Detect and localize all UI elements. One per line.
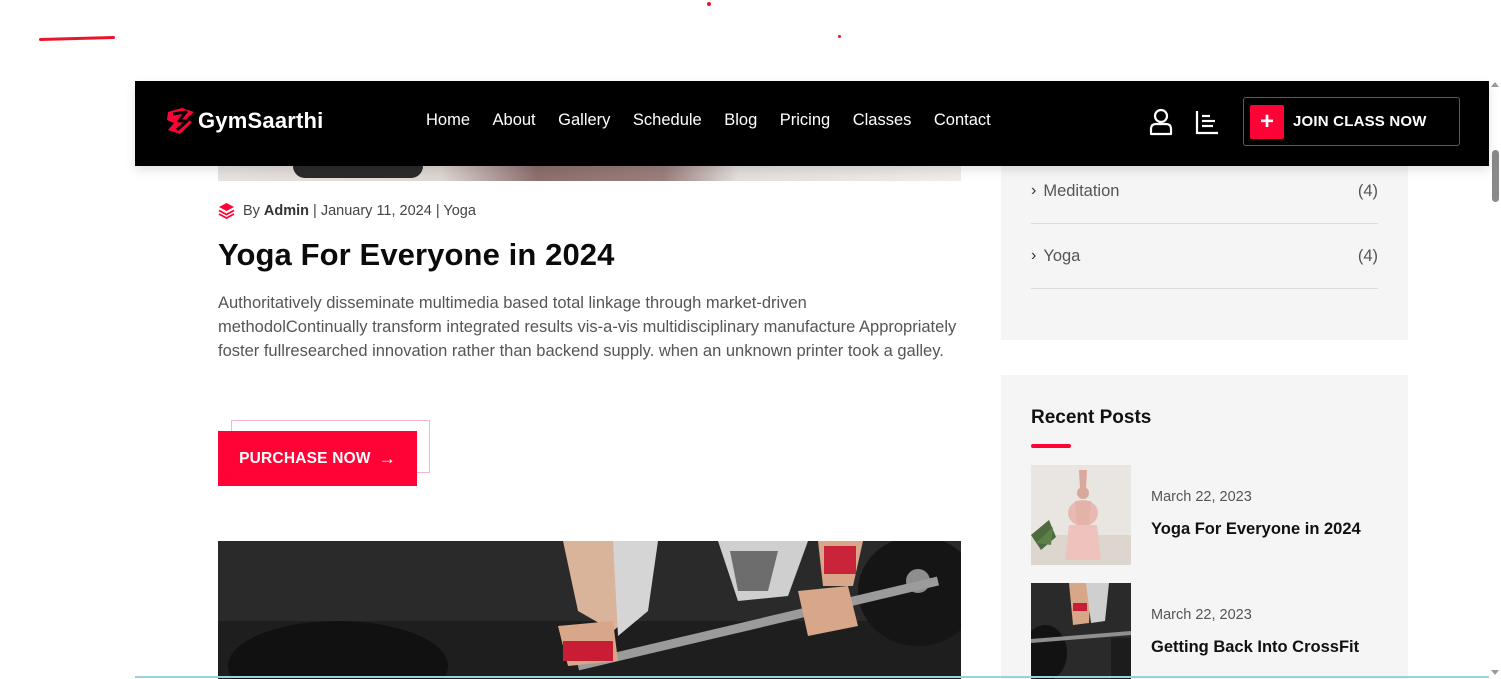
annotation-dot [838, 35, 841, 38]
meta-author[interactable]: Admin [264, 203, 309, 219]
title-underline [1031, 444, 1071, 448]
purchase-now-button[interactable]: PURCHASE NOW → [218, 431, 417, 486]
site-header: GymSaarthi Home About Gallery Schedule B… [135, 81, 1489, 166]
scroll-up-arrow-icon[interactable] [1491, 82, 1499, 87]
yoga-photo [1031, 465, 1131, 565]
recent-post-date: March 22, 2023 [1151, 489, 1252, 505]
nav-pricing[interactable]: Pricing [780, 111, 830, 130]
nav-about[interactable]: About [493, 111, 536, 130]
purchase-now-label: PURCHASE NOW [239, 449, 371, 467]
recent-post-date: March 22, 2023 [1151, 607, 1252, 623]
logo-text: GymSaarthi [198, 108, 324, 133]
deadlift-photo [218, 541, 961, 679]
category-count: (4) [1357, 181, 1378, 200]
category-name: Yoga [1043, 246, 1081, 265]
nav-home[interactable]: Home [426, 111, 470, 130]
post-body: Authoritatively disseminate multimedia b… [218, 294, 957, 360]
scroll-down-arrow-icon[interactable] [1491, 670, 1499, 675]
recent-post-item[interactable]: March 22, 2023 Getting Back Into CrossFi… [1031, 583, 1381, 679]
recent-post-item[interactable]: March 22, 2023 Yoga For Everyone in 2024 [1031, 465, 1381, 565]
bars-icon[interactable] [1194, 108, 1220, 136]
crossfit-photo [1031, 583, 1131, 679]
recent-post-thumbnail[interactable] [1031, 583, 1131, 679]
annotation-scribble [38, 36, 116, 41]
arrow-right-icon: → [378, 448, 396, 468]
plus-icon: + [1250, 104, 1284, 139]
chevron-right-icon: › [1031, 247, 1037, 264]
viewport-edge-line [135, 676, 1489, 678]
category-item-yoga[interactable]: › Yoga (4) [1031, 224, 1378, 289]
category-name: Meditation [1043, 181, 1120, 200]
recent-post-title[interactable]: Getting Back Into CrossFit [1151, 638, 1359, 657]
page-scrollbar[interactable] [1489, 80, 1501, 679]
recent-posts-panel: Recent Posts March 22, 2023 Yoga For Eve… [1001, 375, 1408, 679]
article-image-top [218, 166, 961, 181]
logo-icon [167, 108, 194, 134]
category-count: (4) [1357, 246, 1378, 265]
nav-classes[interactable]: Classes [853, 111, 912, 130]
recent-post-title[interactable]: Yoga For Everyone in 2024 [1151, 520, 1361, 539]
nav-gallery[interactable]: Gallery [558, 111, 610, 130]
article-image-deadlift [218, 541, 961, 679]
categories-panel: › Meditation (4) › Yoga (4) [1001, 166, 1408, 340]
recent-posts-title: Recent Posts [1031, 407, 1152, 428]
user-icon[interactable] [1148, 108, 1174, 136]
join-class-button[interactable]: + JOIN CLASS NOW [1243, 97, 1460, 146]
nav-contact[interactable]: Contact [934, 111, 991, 130]
weight-plate-shape [293, 166, 423, 178]
nav-blog[interactable]: Blog [724, 111, 757, 130]
layers-icon [218, 203, 235, 219]
recent-post-thumbnail[interactable] [1031, 465, 1131, 565]
chevron-right-icon: › [1031, 182, 1037, 199]
meta-date-category: | January 11, 2024 | Yoga [313, 202, 476, 219]
scrollbar-thumb[interactable] [1492, 150, 1499, 202]
post-meta: By Admin | January 11, 2024 | Yoga [218, 202, 476, 219]
main-nav: Home About Gallery Schedule Blog Pricing… [426, 111, 1013, 130]
post-title[interactable]: Yoga For Everyone in 2024 [218, 237, 614, 273]
join-class-label: JOIN CLASS NOW [1293, 113, 1427, 130]
meta-by: By [243, 202, 260, 219]
category-item-meditation[interactable]: › Meditation (4) [1031, 159, 1378, 224]
nav-schedule[interactable]: Schedule [633, 111, 702, 130]
logo[interactable]: GymSaarthi [164, 106, 324, 136]
annotation-dot [707, 2, 711, 6]
